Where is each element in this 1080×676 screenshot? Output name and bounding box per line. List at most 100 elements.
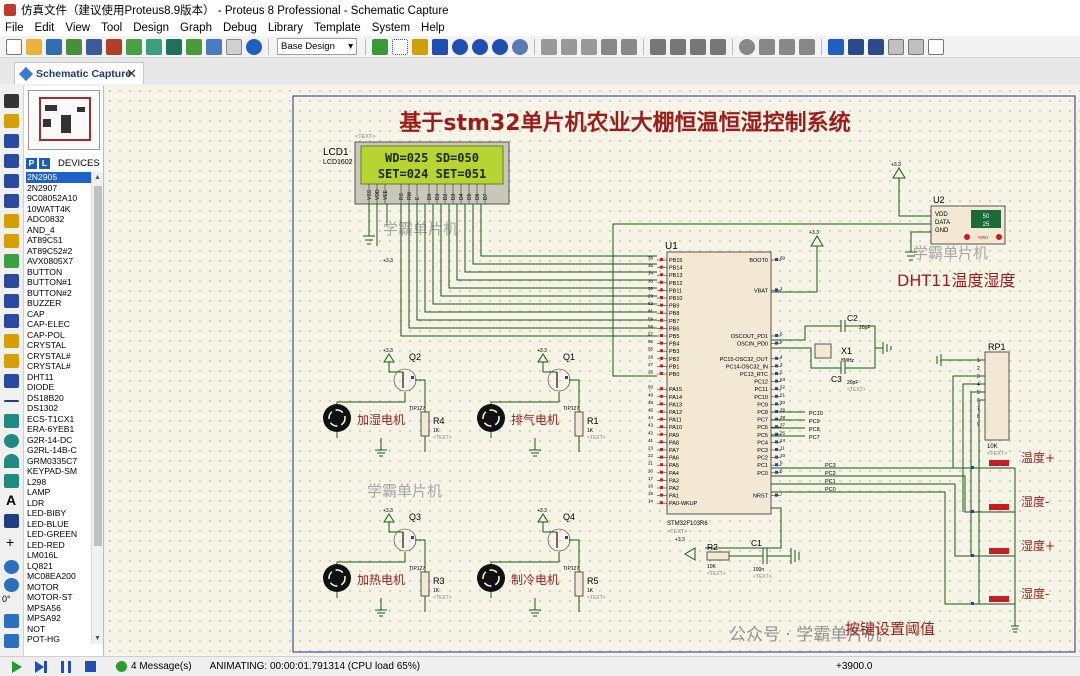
terminals-icon[interactable]: [4, 234, 19, 248]
pick-devices-button[interactable]: P: [26, 157, 37, 169]
zoom-area-icon[interactable]: [512, 38, 528, 55]
device-list-item[interactable]: G2RL-14B-C: [26, 445, 91, 456]
property-tool-icon[interactable]: [868, 38, 884, 55]
stop-icon[interactable]: [85, 661, 96, 672]
threshold-button[interactable]: 湿度+: [971, 538, 1055, 557]
block-delete-icon[interactable]: [710, 38, 726, 55]
text-tool-icon[interactable]: A: [6, 492, 16, 508]
device-list-item[interactable]: ADC0832: [26, 214, 91, 225]
generator-icon[interactable]: [4, 314, 19, 328]
box-tool-icon[interactable]: [4, 414, 19, 428]
r2-body[interactable]: [706, 551, 730, 561]
netlist-icon[interactable]: [928, 38, 944, 55]
device-list-item[interactable]: DS18B20: [26, 393, 91, 404]
device-list-item[interactable]: LM016L: [26, 550, 91, 561]
save-icon[interactable]: [46, 38, 62, 55]
device-list-item[interactable]: AVX0805X7: [26, 256, 91, 267]
menu-file[interactable]: File: [0, 22, 30, 34]
play-icon[interactable]: [12, 660, 22, 673]
device-list-item[interactable]: AT89C52#2: [26, 246, 91, 257]
device-list-item[interactable]: 2N2907: [26, 183, 91, 194]
menu-design[interactable]: Design: [128, 22, 175, 34]
voltage-probe-icon[interactable]: [4, 334, 19, 348]
device-list-item[interactable]: 9C08052A10: [26, 193, 91, 204]
junction-dot-icon[interactable]: [4, 134, 19, 148]
block-copy-icon[interactable]: [650, 38, 666, 55]
gerber-icon[interactable]: [146, 38, 162, 55]
zoom-in-icon[interactable]: [452, 38, 468, 55]
device-list-item[interactable]: DHT11: [26, 372, 91, 383]
device-list-item[interactable]: GRM0335C7: [26, 456, 91, 467]
transistor-body[interactable]: [547, 368, 571, 392]
tape-recorder-icon[interactable]: [4, 294, 19, 308]
message-icon[interactable]: [116, 661, 127, 672]
notes-icon[interactable]: [226, 38, 242, 55]
device-list[interactable]: 2N2905 2N2907 9C08052A10 10WATT4K ADC0832 AND…: [26, 172, 91, 644]
device-list-item[interactable]: CAP: [26, 309, 91, 320]
source-code-icon[interactable]: [206, 38, 222, 55]
refresh-icon[interactable]: [372, 38, 388, 55]
paste-icon[interactable]: [621, 38, 637, 55]
rotate-cw-icon[interactable]: [4, 560, 19, 574]
virtual-instruments-icon[interactable]: [4, 374, 19, 388]
device-list-item[interactable]: LQ821: [26, 561, 91, 572]
mirror-y-icon[interactable]: [4, 634, 19, 648]
menu-tool[interactable]: Tool: [96, 22, 128, 34]
mirror-x-icon[interactable]: [4, 614, 19, 628]
device-list-item[interactable]: LED-BLUE: [26, 519, 91, 530]
motor-body[interactable]: [477, 404, 505, 432]
device-pins-icon[interactable]: [4, 254, 19, 268]
resistor-body[interactable]: [574, 411, 584, 437]
copy-icon[interactable]: [601, 38, 617, 55]
close-icon[interactable]: ✕: [126, 66, 137, 82]
overview-window[interactable]: [28, 90, 100, 150]
device-list-item[interactable]: CRYSTAL#: [26, 351, 91, 362]
marker-tool-icon[interactable]: +: [6, 534, 14, 550]
scrollbar-thumb[interactable]: [94, 186, 102, 546]
path-tool-icon[interactable]: [4, 474, 19, 488]
device-list-item[interactable]: BUTTON: [26, 267, 91, 278]
schematic-icon[interactable]: [86, 38, 102, 55]
schematic-canvas[interactable]: 基于stm32单片机农业大棚恒温恒湿控制系统 LCD1 LCD1602 <TEX…: [105, 86, 1080, 656]
new-sheet-icon[interactable]: [888, 38, 904, 55]
redo-icon[interactable]: [561, 38, 577, 55]
help-icon[interactable]: [246, 38, 262, 55]
graph-mode-icon[interactable]: [4, 274, 19, 288]
device-list-item[interactable]: G2R-14-DC: [26, 435, 91, 446]
device-list-item[interactable]: CRYSTAL: [26, 340, 91, 351]
device-list-item[interactable]: CAP-ELEC: [26, 319, 91, 330]
scroll-up-icon[interactable]: ▲: [94, 174, 101, 181]
menu-debug[interactable]: Debug: [218, 22, 263, 34]
device-list-item[interactable]: DS1302: [26, 403, 91, 414]
zoom-all-icon[interactable]: [492, 38, 508, 55]
circle-tool-icon[interactable]: [4, 434, 19, 448]
device-list-item[interactable]: 2N2905: [26, 172, 91, 183]
open-folder-icon[interactable]: [26, 38, 42, 55]
zoom-out-icon[interactable]: [472, 38, 488, 55]
step-icon[interactable]: [35, 660, 47, 673]
make-device-icon[interactable]: [759, 38, 775, 55]
device-list-item[interactable]: BUTTON#2: [26, 288, 91, 299]
button-cap[interactable]: [989, 548, 1009, 554]
device-list-item[interactable]: LED-GREEN: [26, 529, 91, 540]
pan-icon[interactable]: [432, 38, 448, 55]
packaging-tool-icon[interactable]: [779, 38, 795, 55]
resistor-body[interactable]: [420, 571, 430, 597]
device-list-item[interactable]: MOTOR-ST: [26, 592, 91, 603]
device-list-item[interactable]: ECS-T1CX1: [26, 414, 91, 425]
menu-edit[interactable]: Edit: [30, 22, 61, 34]
block-move-icon[interactable]: [670, 38, 686, 55]
text-script-icon[interactable]: [4, 174, 19, 188]
selection-mode-icon[interactable]: [4, 94, 19, 108]
component-mode-icon[interactable]: [4, 114, 19, 128]
threshold-button[interactable]: 湿度-: [971, 586, 1049, 605]
menu-help[interactable]: Help: [416, 22, 451, 34]
grid-icon[interactable]: [392, 38, 408, 55]
menu-system[interactable]: System: [367, 22, 416, 34]
new-file-icon[interactable]: [6, 38, 22, 55]
tab-schematic-capture[interactable]: Schematic Capture ✕: [14, 62, 144, 84]
arc-tool-icon[interactable]: [4, 454, 19, 468]
wire-label-icon[interactable]: [4, 154, 19, 168]
motor-body[interactable]: [323, 404, 351, 432]
buses-icon[interactable]: [4, 194, 19, 208]
